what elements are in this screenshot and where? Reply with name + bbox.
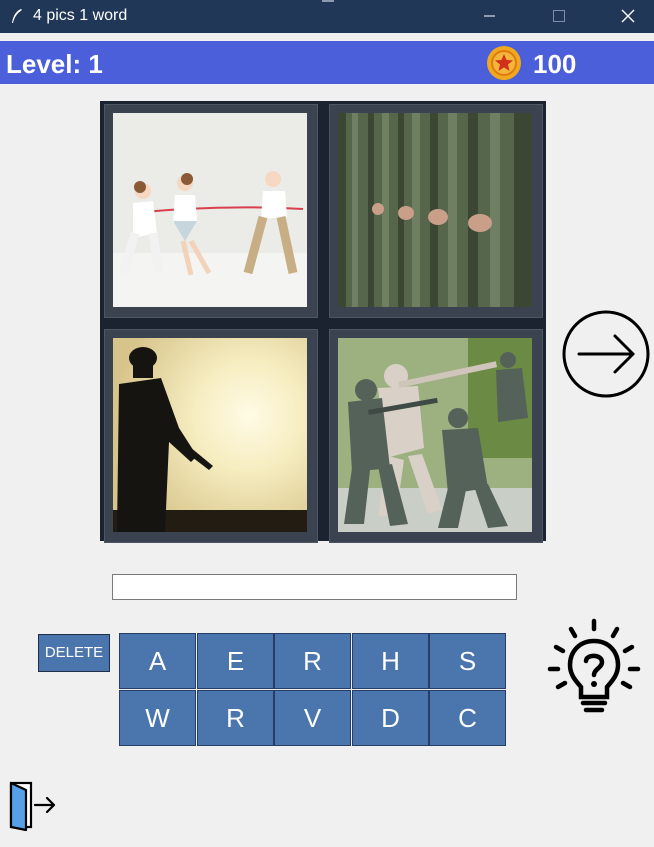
lightbulb-question-icon[interactable] xyxy=(544,617,644,717)
soldiers-line-image xyxy=(338,113,532,307)
coin-star-icon xyxy=(487,46,521,80)
delete-button[interactable]: DELETE xyxy=(38,634,110,672)
picture-toy-soldiers xyxy=(329,329,543,543)
picture-tug-of-war xyxy=(104,104,318,318)
window-titlebar: 4 pics 1 word xyxy=(0,0,654,33)
maximize-button[interactable] xyxy=(536,0,582,33)
toy-soldiers-image xyxy=(338,338,532,532)
letter-tile[interactable]: R xyxy=(274,633,351,689)
letter-tile[interactable]: D xyxy=(352,690,429,746)
titlebar-accent xyxy=(322,0,334,2)
letter-tile[interactable]: A xyxy=(119,633,196,689)
picture-soldiers-line xyxy=(329,104,543,318)
level-header: Level: 1 100 xyxy=(0,41,654,84)
minimize-button[interactable] xyxy=(467,0,513,33)
answer-field[interactable] xyxy=(112,574,517,600)
picture-soldier-silhouette xyxy=(104,329,318,543)
letter-tile[interactable]: R xyxy=(197,690,274,746)
tug-of-war-image xyxy=(113,113,307,307)
exit-door-icon[interactable] xyxy=(8,780,58,832)
level-label: Level: 1 xyxy=(6,49,103,79)
coin-count: 100 xyxy=(533,49,577,79)
soldier-silhouette-image xyxy=(113,338,307,532)
letter-tile[interactable]: V xyxy=(274,690,351,746)
minimize-icon xyxy=(484,15,495,17)
letter-tile[interactable]: S xyxy=(429,633,506,689)
letter-tile[interactable]: E xyxy=(197,633,274,689)
next-arrow-icon[interactable] xyxy=(561,310,651,400)
close-icon xyxy=(621,9,635,23)
letter-tile[interactable]: H xyxy=(352,633,429,689)
letter-tile[interactable]: W xyxy=(119,690,196,746)
close-button[interactable] xyxy=(605,0,651,33)
window-title: 4 pics 1 word xyxy=(33,7,128,24)
feather-icon xyxy=(12,9,22,23)
letter-tile[interactable]: C xyxy=(429,690,506,746)
letter-tiles: A E R H S W R V D C xyxy=(119,633,507,747)
maximize-icon xyxy=(553,10,565,22)
